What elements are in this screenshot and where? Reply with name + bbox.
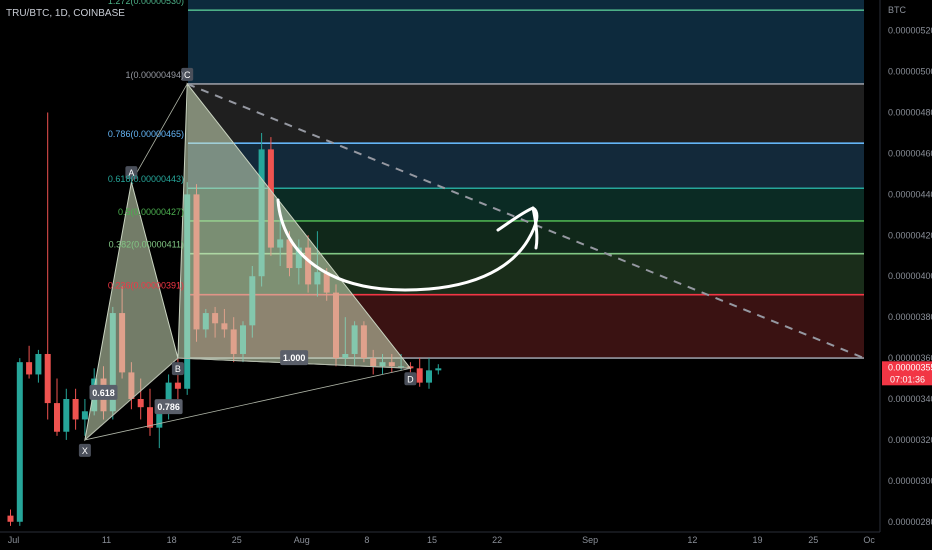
time-tick-label: 15 [427, 535, 437, 545]
time-tick-label: 8 [364, 535, 369, 545]
fib-level-label: 0.786(0.00000465) [108, 129, 184, 139]
price-tick-label: 0.00000420 [888, 230, 932, 240]
price-tick-label: 0.00000480 [888, 108, 932, 118]
candle-body [81, 411, 88, 420]
time-axis[interactable]: Jul 11 18 25 Aug 8 15 22 Sep 12 19 25 Oc [0, 531, 880, 545]
candle-body [137, 399, 144, 408]
pattern-point-label: D [407, 374, 414, 384]
fib-level-label: 0.382(0.00000411) [109, 240, 184, 250]
time-tick-label: Sep [582, 535, 598, 545]
fib-zone [188, 10, 864, 84]
price-tick-label: 0.00000440 [888, 189, 932, 199]
fib-zone [188, 0, 864, 11]
price-axis-unit: BTC [888, 5, 907, 15]
candle-body [54, 403, 60, 432]
candle-body [44, 353, 51, 404]
candle-body [147, 407, 153, 428]
price-tick-label: 0.00000500 [888, 67, 932, 77]
bar-countdown: 07:01:36 [890, 374, 925, 384]
fib-zone [188, 83, 864, 144]
candle-body [35, 353, 42, 375]
price-tick-label: 0.00000380 [888, 312, 932, 322]
time-tick-label: Oc [863, 535, 875, 545]
fib-level-labels: 1.272(0.00000530) 1(0.00000494) 0.786(0.00… [108, 0, 184, 291]
fib-level-label: 0.236(0.00000391) [108, 281, 184, 291]
time-tick-label: 22 [492, 535, 502, 545]
symbol-label: TRU/BTC, 1D, COINBASE [6, 8, 125, 19]
time-tick-label: 12 [687, 535, 697, 545]
time-tick-label: 25 [808, 535, 818, 545]
ratio-label: 0.786 [157, 402, 180, 412]
current-price-value: 0.00000355 [888, 362, 932, 372]
time-tick-label: 11 [102, 535, 111, 545]
time-tick-label: 19 [752, 535, 762, 545]
price-tick-label: 0.00000280 [888, 517, 932, 527]
price-tick-label: 0.00000320 [888, 435, 932, 445]
candle-body [7, 515, 14, 522]
pattern-point-label: B [175, 364, 181, 374]
price-tick-label: 0.00000520 [888, 26, 932, 36]
fib-zone [188, 143, 864, 189]
fib-level-label: 1(0.00000494) [125, 70, 184, 80]
ratio-label: 1.000 [283, 353, 306, 363]
time-tick-label: Jul [8, 535, 20, 545]
time-tick-label: Aug [294, 535, 310, 545]
fib-level-label: 1.272(0.00000530) [108, 0, 184, 6]
candle-body [16, 362, 23, 522]
fib-level-label: 0.5(0.00000427) [118, 207, 184, 217]
candle-body [63, 399, 70, 432]
pattern-point-label: C [184, 70, 191, 80]
price-tick-label: 0.00000340 [888, 394, 932, 404]
ratio-label: 0.618 [92, 388, 115, 398]
price-axis[interactable]: 0.00000280 0.00000300 0.00000320 0.00000340… [879, 0, 932, 532]
time-tick-label: 25 [232, 535, 242, 545]
price-chart[interactable]: XABCD0.6180.7861.000 1.272(0.00000530)1(… [0, 0, 932, 550]
candle-body [435, 368, 442, 371]
price-tick-label: 0.00000400 [888, 271, 932, 281]
price-tick-label: 0.00000300 [888, 476, 932, 486]
fib-level-label: 0.618(0.00000443) [108, 174, 184, 184]
price-tick-label: 0.00000460 [888, 148, 932, 158]
candle-body [26, 362, 33, 375]
candle-body [174, 382, 181, 389]
time-tick-label: 18 [167, 535, 177, 545]
candle-body [416, 368, 423, 383]
current-price-tag: 0.00000355 07:01:36 [882, 361, 932, 386]
candle-body [72, 399, 79, 420]
candle-body [426, 370, 432, 383]
pattern-point-label: X [82, 446, 88, 456]
